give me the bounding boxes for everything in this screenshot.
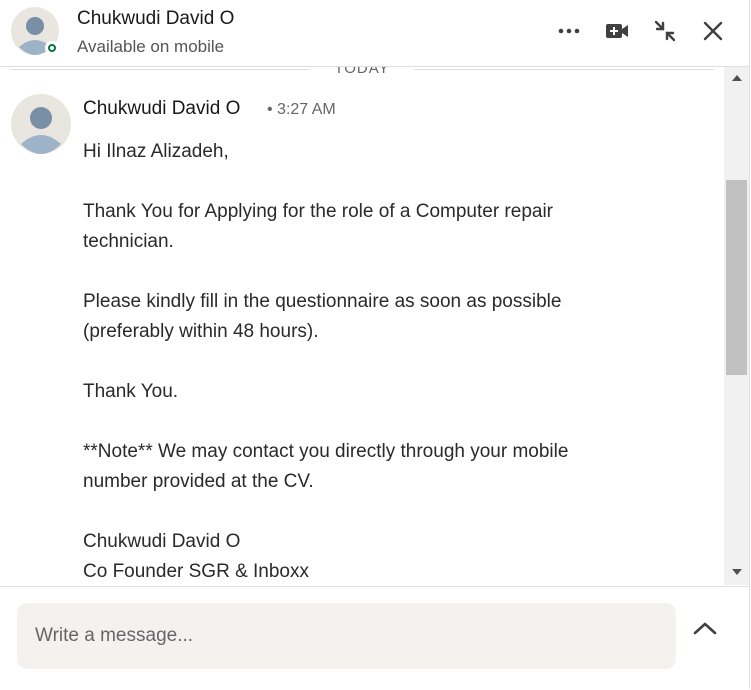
message-line: Thank You. [83, 381, 179, 402]
message-line: Chukwudi David O [83, 531, 241, 552]
message-body: Hi Ilnaz Alizadeh, Thank You for Applyin… [83, 137, 703, 585]
sender-avatar[interactable] [11, 94, 71, 154]
message-composer: Write a message... [0, 586, 749, 689]
messaging-window: Chukwudi David O Available on mobile TOD… [0, 0, 750, 689]
contact-status: Available on mobile [77, 37, 225, 56]
minimize-icon[interactable] [650, 16, 680, 46]
message-timestamp: • 3:27 AM [267, 101, 336, 118]
message-line: Co Founder SGR & Inboxx [83, 561, 309, 582]
expand-composer-icon[interactable] [692, 620, 722, 650]
conversation-header: Chukwudi David O Available on mobile [0, 0, 749, 67]
scrollbar[interactable] [724, 67, 749, 585]
message-input[interactable]: Write a message... [17, 603, 676, 669]
scroll-up-arrow-icon[interactable] [732, 75, 742, 81]
message-line: number provided at the CV. [83, 471, 314, 492]
message-line: technician. [83, 231, 174, 252]
message-line: Please kindly fill in the questionnaire … [83, 291, 562, 312]
scrollbar-thumb[interactable] [726, 180, 747, 375]
close-icon[interactable] [698, 16, 728, 46]
video-call-icon[interactable] [602, 16, 632, 46]
message-line: Hi Ilnaz Alizadeh, [83, 141, 229, 162]
date-divider: TODAY [312, 67, 412, 77]
message-list[interactable]: TODAY Chukwudi David O • 3:27 AM Hi Ilna… [0, 67, 724, 585]
message-input-placeholder: Write a message... [35, 625, 194, 646]
divider [10, 69, 310, 70]
divider [414, 69, 714, 70]
contact-name[interactable]: Chukwudi David O [77, 8, 234, 30]
message-line: **Note** We may contact you directly thr… [83, 441, 569, 462]
more-options-icon[interactable] [554, 16, 584, 46]
sender-name[interactable]: Chukwudi David O [83, 98, 240, 120]
scroll-down-arrow-icon[interactable] [732, 569, 742, 575]
online-status-indicator [45, 41, 59, 55]
message-line: Thank You for Applying for the role of a… [83, 201, 553, 222]
message-line: (preferably within 48 hours). [83, 321, 319, 342]
